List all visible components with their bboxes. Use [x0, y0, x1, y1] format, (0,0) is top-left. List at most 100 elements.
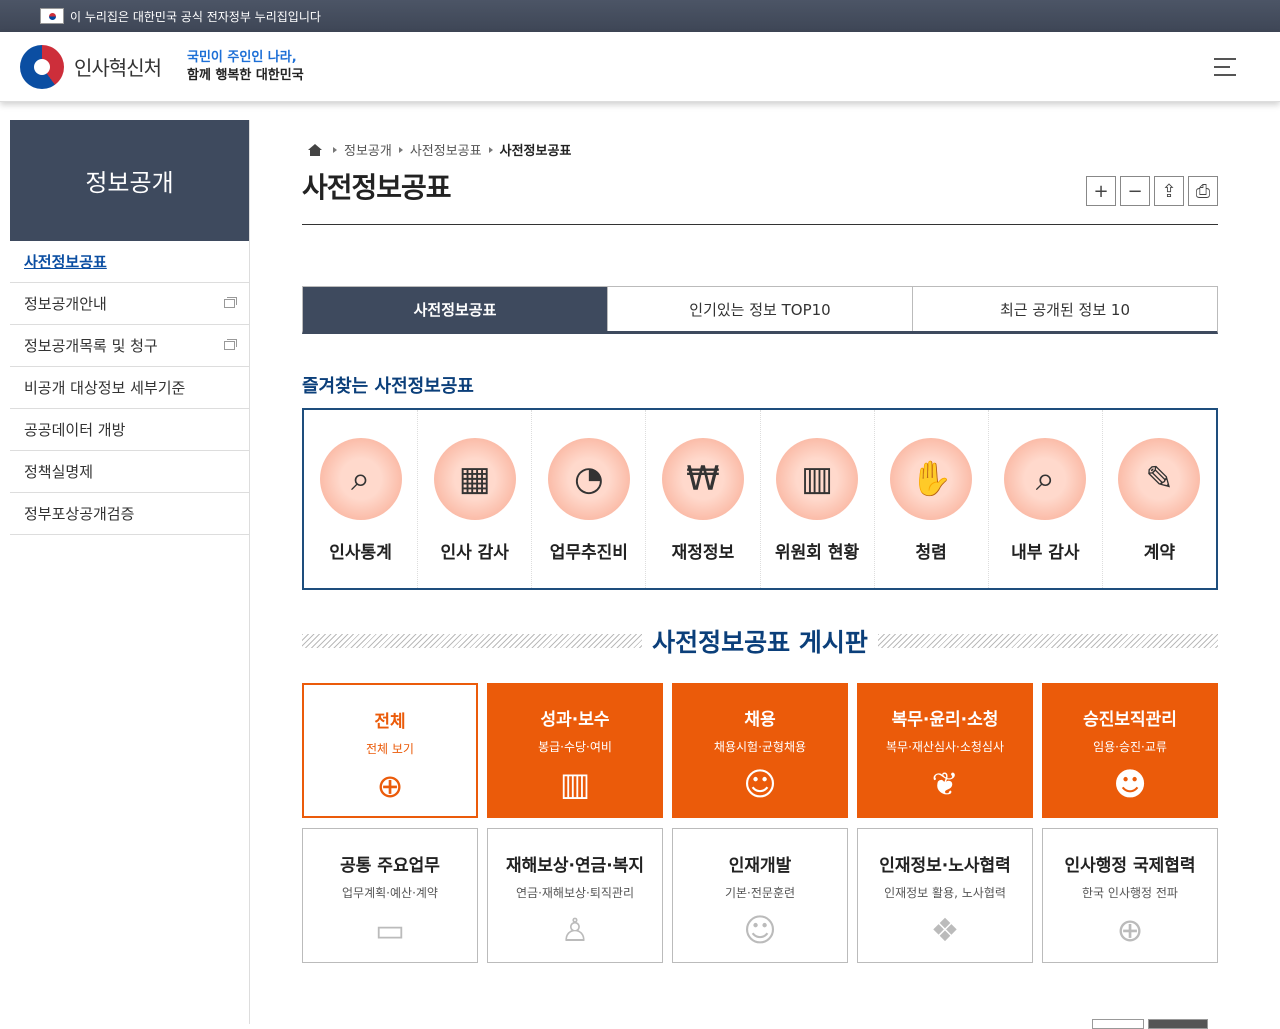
tab-popular-top10[interactable]: 인기있는 정보 TOP10	[608, 287, 913, 331]
category-sub: 전체 보기	[366, 742, 414, 756]
sidebar-item-label: 정보공개안내	[24, 295, 107, 313]
sidebar-item-policy-real-name[interactable]: 정책실명제	[10, 451, 249, 493]
favorite-label: 청렴	[915, 543, 947, 563]
category-recruitment[interactable]: 채용채용시험·균형채용 ☺	[672, 683, 848, 818]
sidebar-item-prior-disclosure[interactable]: 사전정보공표	[10, 241, 249, 283]
pager-button[interactable]	[1148, 1019, 1208, 1029]
presentation-board-icon: ▥	[776, 438, 859, 520]
lightbulb-won-icon: ₩	[661, 438, 744, 520]
favorite-internal-audit[interactable]: ⌕ 내부 감사	[989, 410, 1103, 588]
category-name: 공통 주요업무	[340, 856, 440, 876]
category-name: 채용	[744, 710, 776, 730]
sidebar-item-label: 공공데이터 개방	[24, 421, 126, 439]
favorite-label: 인사통계	[329, 543, 392, 563]
category-talent-labor[interactable]: 인재정보·노사협력인재정보 활용, 노사협력 ❖	[857, 828, 1033, 963]
handshake-icon: ❖	[930, 911, 960, 949]
category-talent-development[interactable]: 인재개발 기본·전문훈련 ☺	[672, 828, 848, 963]
share-button[interactable]: ⇪	[1154, 176, 1184, 206]
category-name: 승진보직관리	[1083, 710, 1177, 730]
home-icon[interactable]	[308, 143, 322, 156]
external-link-icon	[224, 297, 237, 308]
sidebar-item-award-verification[interactable]: 정부포상공개검증	[10, 493, 249, 535]
category-all[interactable]: 전체전체 보기 ⊕	[302, 683, 478, 818]
category-common-business[interactable]: 공통 주요업무 업무계획·예산·계약 ▭	[302, 828, 478, 963]
category-sub: 채용시험·균형채용	[713, 740, 807, 754]
slogan-line1: 국민이 주인인 나라,	[187, 49, 297, 65]
zoom-in-button[interactable]: +	[1086, 176, 1116, 206]
category-sub: 인재정보 활용, 노사협력	[884, 886, 1006, 900]
magnifier-chart-icon: ⌕	[1004, 438, 1087, 520]
favorite-hr-audit[interactable]: ▦ 인사 감사	[418, 410, 533, 588]
category-name: 성과·보수	[540, 710, 610, 730]
decorative-hatch	[302, 634, 643, 648]
favorite-label: 인사 감사	[440, 543, 509, 563]
decorative-hatch	[877, 634, 1218, 648]
content-tabs: 사전정보공표 인기있는 정보 TOP10 최근 공개된 정보 10	[302, 286, 1218, 334]
tab-prior-disclosure[interactable]: 사전정보공표	[303, 287, 608, 331]
sidebar-item-label: 비공개 대상정보 세부기준	[24, 379, 186, 397]
breadcrumb-item[interactable]: 정보공개	[344, 140, 392, 159]
category-name: 인재개발	[728, 856, 792, 876]
hand-plant-icon: ❦	[931, 765, 959, 803]
building-icon: ▦	[433, 438, 516, 520]
category-sub: 봉급·수당·여비	[538, 740, 612, 754]
board-header: 사전정보공표 게시판	[302, 626, 1218, 657]
people-icon: ☺	[743, 765, 777, 803]
category-sub: 한국 인사행정 전파	[1082, 886, 1178, 900]
gov-notice-text[interactable]: 이 누리집은 대한민국 공식 전자정부 누리집입니다	[70, 8, 321, 25]
category-performance-pay[interactable]: 성과·보수봉급·수당·여비 ▥	[487, 683, 663, 818]
government-logo-icon[interactable]	[20, 44, 64, 89]
title-row: 사전정보공표 + − ⇪ ⎙	[302, 161, 1218, 225]
bar-chart-icon: ▥	[559, 765, 591, 803]
sidebar-item-label: 정보공개목록 및 청구	[24, 337, 158, 355]
main-content: 정보공개 사전정보공표 사전정보공표 사전정보공표 + − ⇪ ⎙ 사전정보공표…	[302, 140, 1218, 1024]
category-compensation-pension[interactable]: 재해보상·연금·복지 연금·재해보상·퇴직관리 ♙	[487, 828, 663, 963]
sidebar-item-label: 정부포상공개검증	[24, 505, 135, 523]
favorites-title: 즐겨찾는 사전정보공표	[302, 376, 474, 397]
favorite-label: 업무추진비	[549, 543, 628, 563]
category-name: 재해보상·연금·복지	[505, 856, 645, 876]
sidebar-item-disclosure-guide[interactable]: 정보공개안내	[10, 283, 249, 325]
site-header: 인사혁신처 국민이 주인인 나라, 함께 행복한 대한민국	[0, 32, 1280, 102]
slogan: 국민이 주인인 나라, 함께 행복한 대한민국	[187, 49, 304, 85]
org-name[interactable]: 인사혁신처	[74, 52, 162, 81]
board-categories: 전체전체 보기 ⊕ 성과·보수봉급·수당·여비 ▥ 채용채용시험·균형채용 ☺ 복무·…	[302, 683, 1218, 963]
sidebar-item-public-data[interactable]: 공공데이터 개방	[10, 409, 249, 451]
globe-icon: ⊕	[1116, 911, 1144, 949]
category-name: 전체	[374, 712, 406, 732]
print-button[interactable]: ⎙	[1188, 176, 1218, 206]
favorite-business-expenses[interactable]: ◔ 업무추진비	[532, 410, 647, 588]
category-international[interactable]: 인사행정 국제협력 한국 인사행정 전파 ⊕	[1042, 828, 1218, 963]
favorite-label: 내부 감사	[1011, 543, 1080, 563]
category-name: 인재정보·노사협력	[879, 856, 1011, 876]
pagination-partial	[1092, 1019, 1208, 1029]
category-sub: 복무·재산심사·소청심사	[885, 740, 1005, 754]
favorite-committee-status[interactable]: ▥ 위원회 현황	[761, 410, 875, 588]
breadcrumb-separator-icon	[333, 146, 337, 153]
zoom-plus-icon: ⊕	[376, 767, 404, 805]
breadcrumb-item[interactable]: 사전정보공표	[410, 140, 482, 159]
sidebar-item-disclosure-list[interactable]: 정보공개목록 및 청구	[10, 325, 249, 367]
category-name: 복무·윤리·소청	[891, 710, 999, 730]
person-icon: ♙	[560, 911, 590, 949]
zoom-out-button[interactable]: −	[1120, 176, 1150, 206]
sidebar-item-label: 사전정보공표	[24, 253, 107, 271]
category-service-ethics[interactable]: 복무·윤리·소청복무·재산심사·소청심사 ❦	[857, 683, 1033, 818]
korea-flag-icon	[40, 8, 64, 24]
breadcrumb-separator-icon	[488, 146, 493, 153]
favorite-hr-statistics[interactable]: ⌕ 인사통계	[304, 410, 419, 588]
sidebar-item-nondisclosure-criteria[interactable]: 비공개 대상정보 세부기준	[10, 367, 249, 409]
favorite-contract[interactable]: ✎ 계약	[1103, 410, 1216, 588]
hamburger-menu-icon[interactable]	[1214, 58, 1236, 82]
category-promotion[interactable]: 승진보직관리 임용·승진·교류 ☻	[1042, 683, 1218, 818]
slogan-line2: 함께 행복한 대한민국	[187, 67, 304, 83]
favorite-label: 위원회 현황	[775, 543, 860, 563]
favorite-label: 계약	[1143, 543, 1176, 563]
category-sub: 기본·전문훈련	[724, 886, 796, 900]
favorite-financial-info[interactable]: ₩ 재정정보	[646, 410, 761, 588]
external-link-icon	[224, 339, 237, 350]
favorite-integrity[interactable]: ✋ 청렴	[875, 410, 989, 588]
pager-button[interactable]	[1092, 1019, 1144, 1029]
group-icon: ☻	[1113, 765, 1147, 803]
tab-recent-10[interactable]: 최근 공개된 정보 10	[913, 287, 1217, 331]
